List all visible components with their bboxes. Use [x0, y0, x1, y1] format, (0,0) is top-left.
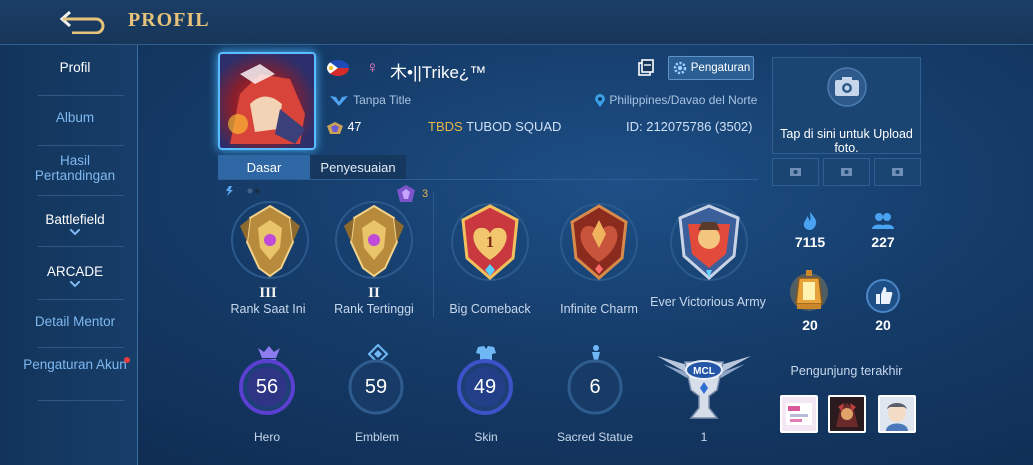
rank-current-emblem[interactable] — [225, 198, 315, 282]
divider — [38, 299, 124, 300]
divider — [38, 195, 124, 196]
camera-icon — [841, 168, 852, 176]
female-gender-icon: ♀ — [366, 58, 379, 77]
sidebar-item-battlefield[interactable]: Battlefield — [22, 212, 128, 235]
tab-penyesuaian[interactable]: Penyesuaian — [310, 155, 406, 179]
philippines-flag-icon — [327, 60, 349, 76]
divider — [38, 145, 124, 146]
avatar[interactable] — [218, 52, 316, 150]
username: 木•||Trike¿™ — [390, 63, 487, 82]
mcl-text: MCL — [693, 366, 715, 377]
squad-name[interactable]: TBDS TUBOD SQUAD — [428, 119, 561, 134]
sidebar-item-hasil-pertandingan[interactable]: Hasil Pertandingan — [22, 153, 128, 183]
sidebar-item-label: ARCADE — [46, 264, 104, 279]
followers-value: 227 — [871, 234, 895, 250]
sidebar-item-album[interactable]: Album — [22, 110, 128, 125]
divider — [38, 246, 124, 247]
visitor-avatar[interactable] — [828, 395, 866, 433]
camera-icon — [827, 67, 867, 107]
badge-label: Infinite Charm — [560, 302, 638, 316]
back-arrow-icon[interactable] — [58, 8, 108, 34]
stat-label: Sacred Statue — [556, 430, 634, 444]
title-wings-icon — [330, 95, 348, 106]
divider — [433, 192, 434, 317]
camera-icon — [892, 168, 903, 176]
squad-full-name: TUBOD SQUAD — [466, 119, 562, 134]
squad-tag: TBDS — [428, 119, 463, 134]
rank-current-tier: III — [259, 285, 277, 301]
stat-label: 1 — [700, 430, 708, 444]
settings-label: Pengaturan — [690, 62, 751, 74]
switch-indicator-icon[interactable] — [224, 186, 264, 196]
divider — [38, 400, 124, 401]
rank-highest-tier: II — [368, 285, 380, 301]
player-title[interactable]: Tanpa Title — [328, 93, 411, 108]
lantern-value: 20 — [802, 317, 818, 333]
sidebar-item-detail-mentor[interactable]: Detail Mentor — [22, 314, 128, 329]
badge-label: Big Comeback — [449, 302, 531, 316]
visitor-image — [886, 403, 908, 431]
rank-highest-emblem[interactable] — [329, 198, 419, 282]
badge-label: Rank Tertinggi — [334, 302, 414, 316]
photo-slot[interactable] — [874, 158, 921, 186]
emblem-count: 59 — [364, 376, 388, 398]
chevron-down-icon — [70, 229, 80, 235]
visitor-image — [836, 403, 858, 427]
location: Philippines/Davao del Norte — [594, 93, 757, 108]
recent-visitors-label: Pengunjung terakhir — [790, 364, 903, 378]
visitor-avatar[interactable] — [878, 395, 916, 433]
people-icon — [872, 213, 894, 229]
chevron-down-icon — [70, 281, 80, 287]
divider — [38, 347, 124, 348]
thumbs-up-icon[interactable] — [866, 279, 900, 313]
location-pin-icon — [595, 93, 605, 107]
camera-icon — [790, 168, 801, 176]
sidebar-item-pengaturan-akun[interactable]: Pengaturan Akun — [22, 357, 128, 372]
player-id: ID: 212075786 (3502) — [626, 119, 753, 134]
rank-count: 3 — [422, 188, 429, 200]
visitor-image — [786, 403, 812, 425]
player-level: 47 — [326, 120, 361, 135]
sidebar-item-profil[interactable]: Profil — [22, 60, 128, 75]
settings-button[interactable]: Pengaturan — [668, 56, 754, 80]
svg-text:1: 1 — [486, 234, 494, 251]
notification-dot — [124, 357, 130, 363]
sacred-statue-count: 6 — [589, 376, 601, 398]
stat-label: Hero — [253, 430, 280, 444]
flame-icon — [803, 212, 817, 230]
sidebar: Profil Album Hasil Pertandingan Battlefi… — [0, 45, 138, 465]
upload-instruction: Tap di sini untuk Upload foto. — [780, 127, 913, 155]
stat-label: Emblem — [354, 430, 399, 444]
page-title: PROFIL — [128, 9, 210, 31]
infinite-charm-badge[interactable] — [556, 200, 642, 284]
visitor-avatar[interactable] — [780, 395, 818, 433]
skin-count: 49 — [473, 376, 497, 398]
divider — [218, 179, 758, 180]
badge-label: Ever Victorious Army — [650, 295, 766, 309]
hero-count: 56 — [255, 376, 279, 398]
big-comeback-badge[interactable]: 1 — [447, 200, 533, 284]
copy-icon[interactable] — [636, 58, 656, 78]
likes-value: 20 — [875, 317, 891, 333]
level-value: 47 — [347, 120, 362, 134]
stat-label: Skin — [474, 430, 498, 444]
sidebar-item-arcade[interactable]: ARCADE — [22, 264, 128, 287]
mcl-trophy-icon[interactable]: MCL — [655, 346, 753, 428]
gear-icon — [673, 61, 687, 75]
badge-label: Rank Saat Ini — [230, 302, 306, 316]
tab-dasar[interactable]: Dasar — [218, 155, 310, 179]
title-text: Tanpa Title — [353, 93, 412, 107]
popularity-value: 7115 — [794, 234, 826, 250]
lantern-icon[interactable] — [789, 268, 829, 314]
ever-victorious-army-badge[interactable] — [666, 200, 752, 284]
divider — [38, 95, 124, 96]
avatar-image — [228, 64, 305, 144]
photo-slot[interactable] — [823, 158, 870, 186]
photo-slot[interactable] — [772, 158, 819, 186]
location-text: Philippines/Davao del Norte — [609, 93, 758, 107]
sidebar-item-label: Battlefield — [45, 212, 105, 227]
level-badge-icon — [327, 121, 343, 134]
